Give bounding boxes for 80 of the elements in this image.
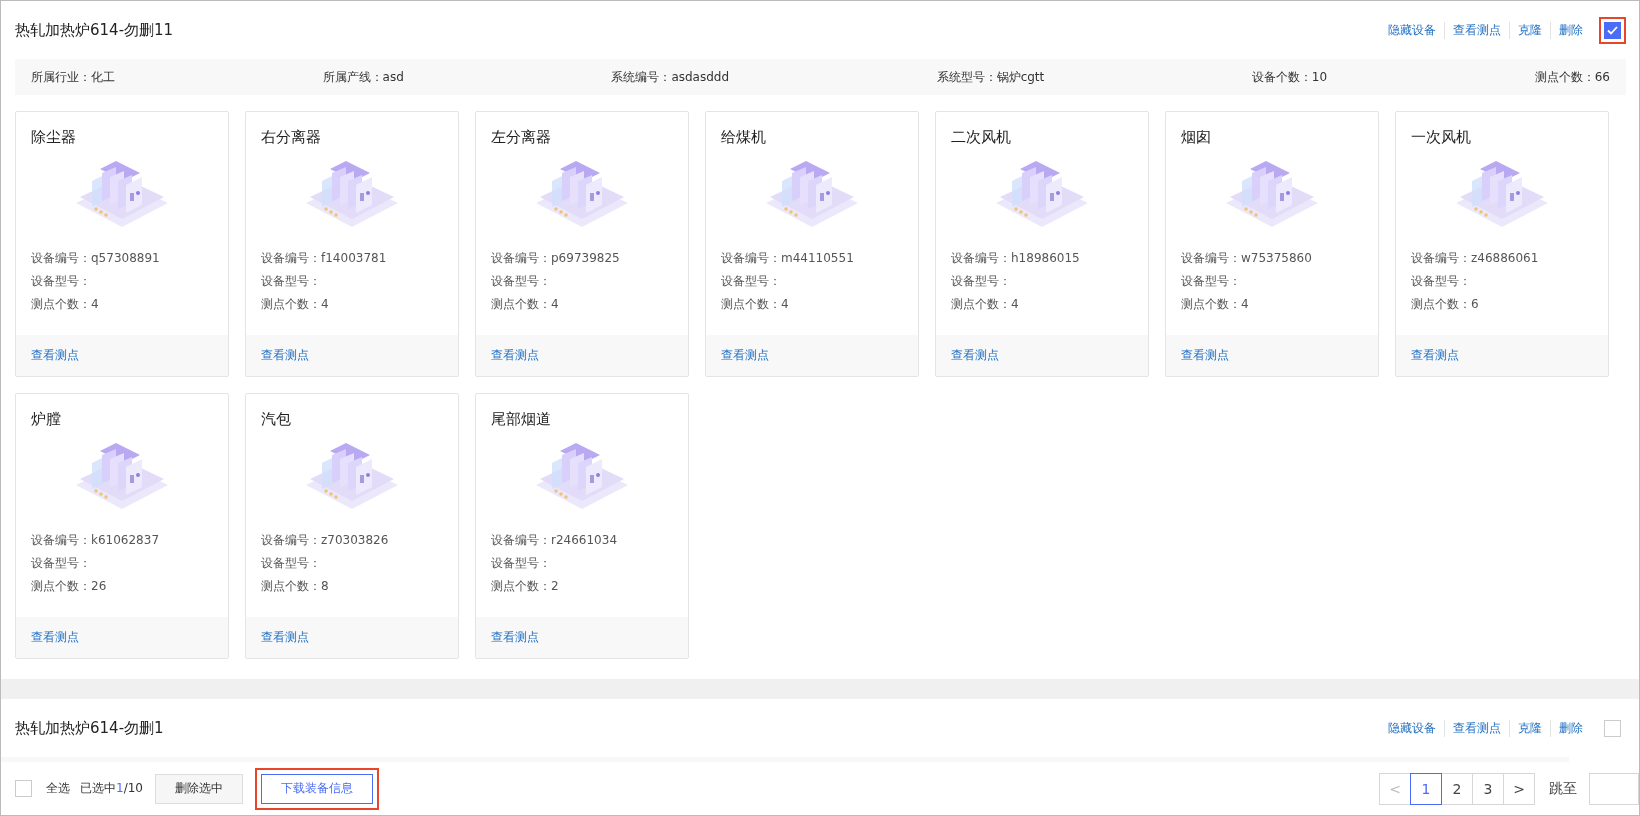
view-points-link[interactable]: 查看测点 <box>31 347 79 364</box>
point-count: 测点个数：4 <box>491 296 560 313</box>
device-code: 设备编号：m44110551 <box>721 250 855 267</box>
section-checkbox[interactable] <box>1604 719 1621 737</box>
device-code: 设备编号：f14003781 <box>261 250 388 267</box>
device-code: 设备编号：h18986015 <box>951 250 1081 267</box>
select-all-checkbox[interactable] <box>15 780 32 797</box>
device-model: 设备型号： <box>721 273 782 290</box>
info-text: 系统编号：asdasddd <box>611 68 730 86</box>
device-code: 设备编号：p69739825 <box>491 250 621 267</box>
point-count: 测点个数：2 <box>491 578 560 595</box>
select-all-label: 全选 <box>46 780 70 797</box>
device-model: 设备型号： <box>491 273 552 290</box>
view-points-link[interactable]: 查看测点 <box>1181 347 1229 364</box>
point-count: 测点个数：8 <box>261 578 330 595</box>
point-count: 测点个数：4 <box>31 296 100 313</box>
device-model: 设备型号： <box>951 273 1012 290</box>
action-link[interactable]: 克隆 <box>1509 21 1550 39</box>
info-text: 系统型号：锅炉cgtt <box>936 68 1045 86</box>
action-link[interactable]: 删除 <box>1550 719 1591 737</box>
device-name: 二次风机 <box>951 128 1012 147</box>
action-link[interactable]: 删除 <box>1550 21 1591 39</box>
point-count: 测点个数：4 <box>951 296 1020 313</box>
section-title: 热轧加热炉614-勿删1 <box>15 718 164 738</box>
action-link[interactable]: 克隆 <box>1509 719 1550 737</box>
section-title: 热轧加热炉614-勿删11 <box>15 20 174 40</box>
device-model: 设备型号： <box>1181 273 1242 290</box>
jump-label: 跳至 <box>1549 779 1577 798</box>
device-code: 设备编号：k61062837 <box>31 532 161 549</box>
device-name: 给煤机 <box>721 128 767 147</box>
device-name: 炉膛 <box>31 410 62 429</box>
point-count: 测点个数：4 <box>1181 296 1250 313</box>
view-points-link[interactable]: 查看测点 <box>491 347 539 364</box>
view-points-link[interactable]: 查看测点 <box>721 347 769 364</box>
device-name: 除尘器 <box>31 128 77 147</box>
delete-selected-button[interactable]: 删除选中 <box>154 773 243 804</box>
action-link[interactable]: 隐藏设备 <box>1380 21 1444 39</box>
device-model: 设备型号： <box>31 555 92 572</box>
download-button[interactable]: 下载装备信息 <box>260 773 373 804</box>
device-code: 设备编号：r24661034 <box>491 532 618 549</box>
action-link[interactable]: 隐藏设备 <box>1380 719 1444 737</box>
page-button[interactable]: 1 <box>1410 772 1442 805</box>
action-link[interactable]: 查看测点 <box>1444 21 1509 39</box>
device-model: 设备型号： <box>261 273 322 290</box>
action-link[interactable]: 查看测点 <box>1444 719 1509 737</box>
info-text: 设备个数：10 <box>1251 68 1328 86</box>
device-name: 右分离器 <box>261 128 322 147</box>
next-page-button[interactable]: > <box>1503 772 1535 805</box>
device-model: 设备型号： <box>1411 273 1472 290</box>
device-name: 左分离器 <box>491 128 552 147</box>
point-count: 测点个数：4 <box>721 296 790 313</box>
section-checkbox[interactable] <box>1604 21 1621 39</box>
page-button[interactable]: 3 <box>1472 772 1504 805</box>
info-text: 所属产线：asd <box>322 68 404 86</box>
device-model: 设备型号： <box>31 273 92 290</box>
device-code: 设备编号：z70303826 <box>261 532 390 549</box>
device-code: 设备编号：z46886061 <box>1411 250 1540 267</box>
page-button[interactable]: 2 <box>1441 772 1473 805</box>
info-text: 所属行业：化工 <box>31 68 115 86</box>
selected-count: 已选中1/10 <box>80 780 143 797</box>
view-points-link[interactable]: 查看测点 <box>1411 347 1459 364</box>
view-points-link[interactable]: 查看测点 <box>31 629 79 646</box>
device-code: 设备编号：w75375860 <box>1181 250 1313 267</box>
device-name: 一次风机 <box>1411 128 1472 147</box>
view-points-link[interactable]: 查看测点 <box>261 347 309 364</box>
device-name: 汽包 <box>261 410 292 429</box>
device-name: 尾部烟道 <box>491 410 552 429</box>
page-input[interactable] <box>1589 772 1639 805</box>
view-points-link[interactable]: 查看测点 <box>491 629 539 646</box>
point-count: 测点个数：6 <box>1411 296 1480 313</box>
info-text: 测点个数：66 <box>1534 68 1610 86</box>
device-model: 设备型号： <box>261 555 322 572</box>
view-points-link[interactable]: 查看测点 <box>261 629 309 646</box>
view-points-link[interactable]: 查看测点 <box>951 347 999 364</box>
point-count: 测点个数：26 <box>31 578 108 595</box>
device-name: 烟囱 <box>1181 128 1212 147</box>
device-code: 设备编号：q57308891 <box>31 250 161 267</box>
device-model: 设备型号： <box>491 555 552 572</box>
check-icon <box>1607 25 1618 35</box>
point-count: 测点个数：4 <box>261 296 330 313</box>
